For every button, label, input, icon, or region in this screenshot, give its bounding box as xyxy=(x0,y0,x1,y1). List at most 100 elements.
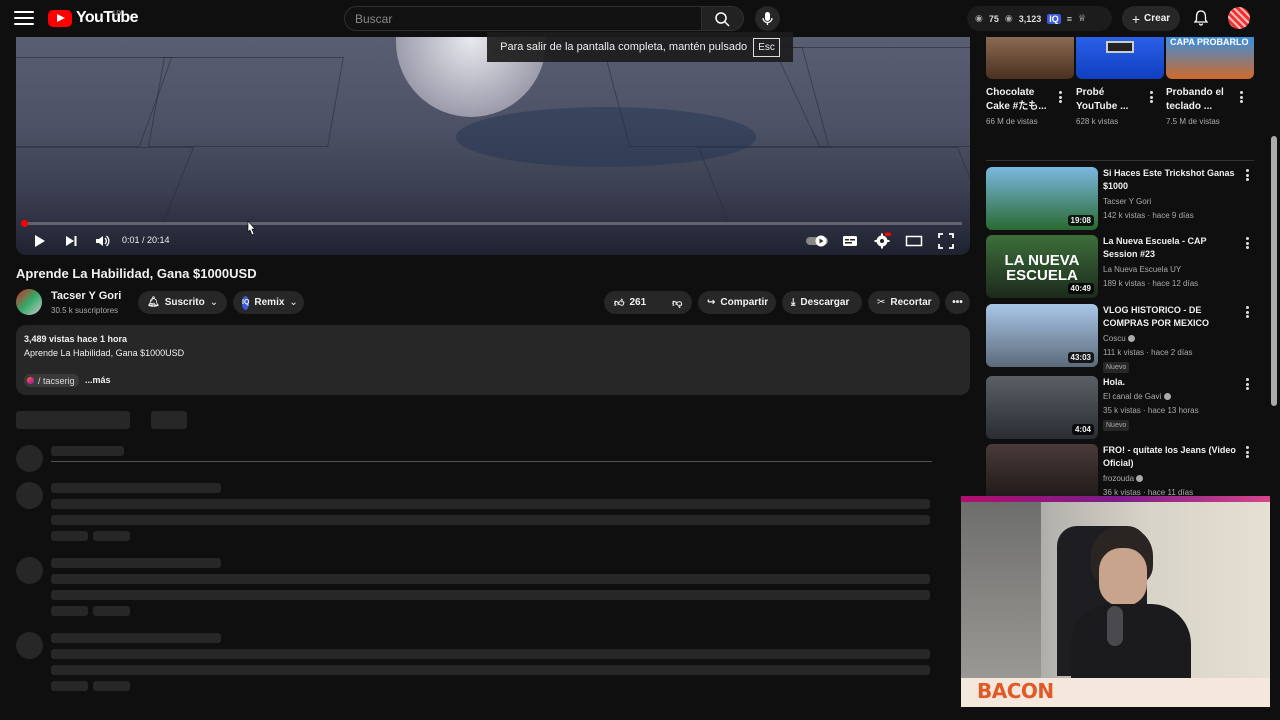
text-skeleton xyxy=(51,558,221,568)
text-skeleton xyxy=(51,681,88,691)
menu-icon[interactable] xyxy=(12,8,36,28)
search-placeholder: Buscar xyxy=(355,11,393,26)
input-underline xyxy=(51,461,932,462)
channel-name-text: Tacser Y Gori xyxy=(1103,197,1152,206)
text-skeleton xyxy=(51,649,930,659)
short-thumbnail-0[interactable] xyxy=(986,37,1074,79)
video-title[interactable]: La Nueva Escuela - CAP Session #23 xyxy=(1103,235,1243,261)
video-thumbnail[interactable]: 43:03 xyxy=(986,304,1098,367)
volume-icon[interactable] xyxy=(93,232,111,250)
short-thumbnail-2[interactable]: CAPA PROBARLO xyxy=(1166,37,1254,79)
download-button[interactable]: ⤓ Descargar xyxy=(782,291,862,314)
text-skeleton xyxy=(93,606,130,616)
keyboard-image xyxy=(1106,41,1134,53)
create-button[interactable]: + Crear xyxy=(1122,6,1180,31)
video-title[interactable]: VLOG HISTORICO - DE COMPRAS POR MEXICO xyxy=(1103,304,1243,330)
clip-label: Recortar xyxy=(890,297,932,308)
recommended-video[interactable]: 43:03 VLOG HISTORICO - DE COMPRAS POR MEX… xyxy=(986,304,1254,373)
video-duration: 19:08 xyxy=(1067,215,1094,226)
exit-fullscreen-icon[interactable] xyxy=(937,232,955,250)
short-menu-icon[interactable] xyxy=(1240,91,1244,103)
eye-icon: ◉ xyxy=(1004,13,1013,23)
channel-name[interactable]: Tacser Y Gori xyxy=(51,290,121,302)
list-icon[interactable]: ≡ xyxy=(1067,14,1072,24)
video-title[interactable]: Hola. xyxy=(1103,376,1243,389)
show-more-link[interactable]: ...más xyxy=(85,375,111,385)
microphone xyxy=(1107,606,1123,646)
short-menu-icon[interactable] xyxy=(1059,91,1063,103)
play-icon[interactable] xyxy=(30,232,48,250)
thumbs-down-icon[interactable]: 👎︎ xyxy=(672,297,682,309)
remix-button[interactable]: IQ Remix ⌄ xyxy=(233,291,304,314)
account-avatar[interactable] xyxy=(1228,7,1250,29)
video-title[interactable]: FRO! - quítate los Jeans (Video Oficial) xyxy=(1103,444,1243,470)
text-skeleton xyxy=(51,606,88,616)
text-skeleton xyxy=(51,515,930,525)
instagram-icon xyxy=(27,377,34,384)
sort-skeleton xyxy=(151,411,187,429)
extension-stats[interactable]: ◉ 75 ◉ 3,123 IQ ≡ ♕ xyxy=(967,6,1112,31)
video-menu-icon[interactable] xyxy=(1246,306,1250,318)
video-title[interactable]: Si Haces Este Trickshot Ganas $1000 xyxy=(1103,167,1243,193)
fullscreen-toast: Para salir de la pantalla completa, mant… xyxy=(487,32,793,62)
text-skeleton xyxy=(93,681,130,691)
subscribed-button[interactable]: 🔔︎ Suscrito ⌄ xyxy=(138,291,227,314)
short-title[interactable]: Probando el teclado ... xyxy=(1166,86,1236,114)
share-button[interactable]: ↪ Compartir xyxy=(698,291,776,314)
channel-name[interactable]: Coscu xyxy=(1103,334,1135,343)
sidebar-scrollbar[interactable] xyxy=(1271,136,1277,406)
short-menu-icon[interactable] xyxy=(1150,91,1154,103)
short-thumbnail-1[interactable] xyxy=(1076,37,1164,79)
search-button[interactable] xyxy=(702,6,744,31)
short-views: 66 M de vistas xyxy=(986,117,1038,126)
settings-gear-icon[interactable] xyxy=(873,232,891,250)
recommended-video[interactable]: 4:04 Hola. El canal de Gavi 35 k vistas · … xyxy=(986,376,1254,440)
more-actions-button[interactable]: ••• xyxy=(945,291,970,314)
video-thumbnail[interactable]: 4:04 xyxy=(986,376,1098,439)
plus-icon: + xyxy=(1131,10,1141,27)
video-thumbnail[interactable]: 19:08 xyxy=(986,167,1098,230)
clip-button[interactable]: ✂ Recortar xyxy=(868,291,940,314)
channel-name[interactable]: El canal de Gavi xyxy=(1103,392,1171,401)
youtube-logo[interactable]: YouTube xyxy=(48,9,138,27)
logo-country: UY xyxy=(113,10,123,17)
subtitles-icon[interactable] xyxy=(841,232,859,250)
video-menu-icon[interactable] xyxy=(1246,378,1250,390)
instagram-link[interactable]: / tacserig xyxy=(24,374,79,387)
recommended-video[interactable]: 19:08 Si Haces Este Trickshot Ganas $1000… xyxy=(986,167,1254,231)
like-count[interactable]: 261 xyxy=(629,297,646,308)
thumbs-up-icon[interactable]: 👍︎ xyxy=(614,297,624,309)
ball-shadow xyxy=(456,107,756,167)
short-title[interactable]: Chocolate Cake #たも... xyxy=(986,86,1056,114)
video-menu-icon[interactable] xyxy=(1246,446,1250,458)
video-menu-icon[interactable] xyxy=(1246,237,1250,249)
channel-name-text: La Nueva Escuela UY xyxy=(1103,265,1182,274)
scissors-icon: ✂ xyxy=(877,297,886,308)
avatar-skeleton xyxy=(16,632,43,659)
short-title[interactable]: Probé YouTube ... xyxy=(1076,86,1146,114)
video-thumbnail[interactable]: LA NUEVA ESCUELA 40:49 xyxy=(986,235,1098,298)
channel-avatar[interactable] xyxy=(16,289,42,315)
theater-mode-icon[interactable] xyxy=(905,232,923,250)
search-input[interactable]: Buscar xyxy=(344,6,702,31)
channel-name[interactable]: frozouda xyxy=(1103,474,1144,483)
download-icon: ⤓ xyxy=(791,297,796,308)
description-box[interactable] xyxy=(16,325,970,395)
progress-bar[interactable] xyxy=(21,220,962,227)
trophy-icon[interactable]: ♕ xyxy=(1078,13,1086,24)
progress-scrubber[interactable] xyxy=(21,220,28,227)
stat-count: 3,123 xyxy=(1018,13,1042,24)
voice-search-button[interactable] xyxy=(755,6,780,31)
recommended-video[interactable]: LA NUEVA ESCUELA 40:49 La Nueva Escuela - … xyxy=(986,235,1254,299)
extension-icon[interactable]: IQ xyxy=(1047,13,1061,24)
autoplay-toggle-icon[interactable] xyxy=(805,232,829,250)
channel-name[interactable]: Tacser Y Gori xyxy=(1103,197,1151,206)
description-text: Aprende La Habilidad, Gana $1000USD xyxy=(24,348,185,358)
notifications-bell-icon[interactable] xyxy=(1192,9,1210,27)
short-thumb-text: CAPA PROBARLO xyxy=(1170,37,1249,47)
channel-name[interactable]: La Nueva Escuela UY xyxy=(1103,265,1181,274)
logo-text: YouTube xyxy=(76,9,138,26)
video-menu-icon[interactable] xyxy=(1246,169,1250,181)
next-icon[interactable] xyxy=(62,232,80,250)
view-count-date: 3,489 vistas hace 1 hora xyxy=(24,334,128,344)
